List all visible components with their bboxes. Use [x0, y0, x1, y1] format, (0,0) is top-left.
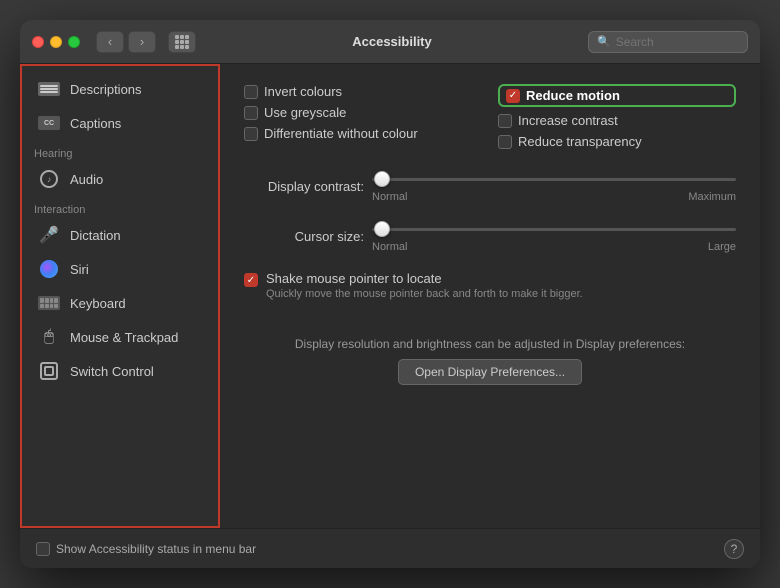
reduce-motion-option[interactable]: ✓ Reduce motion: [498, 84, 736, 107]
differentiate-colour-option[interactable]: Differentiate without colour: [244, 126, 482, 141]
reduce-motion-checkbox[interactable]: ✓: [506, 89, 520, 103]
back-button[interactable]: ‹: [96, 31, 124, 53]
display-prefs-section: Display resolution and brightness can be…: [244, 326, 736, 385]
use-greyscale-checkbox[interactable]: [244, 106, 258, 120]
minimize-button[interactable]: [50, 36, 62, 48]
captions-icon: CC: [38, 112, 60, 134]
sidebar-item-audio[interactable]: ♪ Audio: [26, 163, 213, 195]
display-contrast-labels: Normal Maximum: [372, 191, 736, 203]
sidebar-item-label: Descriptions: [70, 82, 142, 97]
main-content: Descriptions CC Captions Hearing ♪ Audio…: [20, 64, 760, 528]
display-contrast-slider-container: Normal Maximum: [372, 169, 736, 203]
nav-buttons: ‹ ›: [96, 31, 156, 53]
sidebar-item-label: Mouse & Trackpad: [70, 330, 178, 345]
right-panel: Invert colours Use greyscale Differentia…: [220, 64, 760, 528]
cursor-size-max: Large: [708, 241, 736, 253]
display-message: Display resolution and brightness can be…: [244, 336, 736, 353]
search-icon: 🔍: [597, 35, 611, 48]
cursor-size-min: Normal: [372, 241, 407, 253]
traffic-lights: [32, 36, 80, 48]
hearing-section-label: Hearing: [20, 140, 219, 162]
sidebar-item-siri[interactable]: Siri: [26, 253, 213, 285]
differentiate-colour-label: Differentiate without colour: [264, 126, 418, 141]
sidebar-item-label: Switch Control: [70, 364, 154, 379]
show-status-row[interactable]: Show Accessibility status in menu bar: [36, 542, 256, 556]
increase-contrast-checkbox[interactable]: [498, 114, 512, 128]
maximize-button[interactable]: [68, 36, 80, 48]
help-button[interactable]: ?: [724, 539, 744, 559]
invert-colours-checkbox[interactable]: [244, 85, 258, 99]
sidebar-item-descriptions[interactable]: Descriptions: [26, 73, 213, 105]
mouse-icon: 🖱: [38, 326, 60, 348]
cursor-size-slider-container: Normal Large: [372, 219, 736, 253]
increase-contrast-label: Increase contrast: [518, 113, 618, 128]
sidebar-item-label: Siri: [70, 262, 89, 277]
show-status-checkbox[interactable]: [36, 542, 50, 556]
sidebar: Descriptions CC Captions Hearing ♪ Audio…: [20, 64, 220, 528]
cursor-size-thumb[interactable]: [374, 221, 390, 237]
slider-line: [372, 228, 736, 231]
cursor-size-track[interactable]: [372, 219, 736, 239]
sidebar-item-label: Dictation: [70, 228, 121, 243]
sidebar-item-keyboard[interactable]: Keyboard: [26, 287, 213, 319]
sidebar-item-label: Keyboard: [70, 296, 126, 311]
col1-options: Invert colours Use greyscale Differentia…: [244, 84, 482, 149]
slider-line: [372, 178, 736, 181]
cursor-size-labels: Normal Large: [372, 241, 736, 253]
sidebar-item-captions[interactable]: CC Captions: [26, 107, 213, 139]
display-contrast-max: Maximum: [688, 191, 736, 203]
display-contrast-section: Display contrast: Normal Maximum: [244, 169, 736, 203]
bottom-bar: Show Accessibility status in menu bar ?: [20, 528, 760, 568]
sidebar-item-label: Audio: [70, 172, 103, 187]
shake-description: Quickly move the mouse pointer back and …: [266, 288, 583, 300]
sidebar-item-label: Captions: [70, 116, 121, 131]
increase-contrast-option[interactable]: Increase contrast: [498, 113, 736, 128]
use-greyscale-label: Use greyscale: [264, 105, 346, 120]
shake-text: Shake mouse pointer to locate Quickly mo…: [266, 271, 583, 300]
interaction-section-label: Interaction: [20, 196, 219, 218]
siri-icon: [38, 258, 60, 280]
cursor-size-section: Cursor size: Normal Large: [244, 219, 736, 253]
options-grid: Invert colours Use greyscale Differentia…: [244, 84, 736, 149]
grid-icon: [175, 35, 189, 49]
display-contrast-track[interactable]: [372, 169, 736, 189]
col2-options: ✓ Reduce motion Increase contrast Reduce…: [498, 84, 736, 149]
dictation-icon: 🎤: [38, 224, 60, 246]
reduce-transparency-option[interactable]: Reduce transparency: [498, 134, 736, 149]
sidebar-item-mouse-trackpad[interactable]: 🖱 Mouse & Trackpad: [26, 321, 213, 353]
display-contrast-label: Display contrast:: [244, 179, 364, 194]
forward-button[interactable]: ›: [128, 31, 156, 53]
shake-checkbox[interactable]: ✓: [244, 273, 258, 287]
search-box[interactable]: 🔍: [588, 31, 748, 53]
invert-colours-option[interactable]: Invert colours: [244, 84, 482, 99]
keyboard-icon: [38, 292, 60, 314]
cursor-size-row: Cursor size: Normal Large: [244, 219, 736, 253]
invert-colours-label: Invert colours: [264, 84, 342, 99]
main-window: ‹ › Accessibility 🔍 De: [20, 20, 760, 568]
close-button[interactable]: [32, 36, 44, 48]
switch-icon: [38, 360, 60, 382]
reduce-transparency-label: Reduce transparency: [518, 134, 642, 149]
descriptions-icon: [38, 78, 60, 100]
grid-button[interactable]: [168, 31, 196, 53]
shake-option: ✓ Shake mouse pointer to locate Quickly …: [244, 271, 736, 300]
display-contrast-thumb[interactable]: [374, 171, 390, 187]
audio-icon: ♪: [38, 168, 60, 190]
titlebar: ‹ › Accessibility 🔍: [20, 20, 760, 64]
display-contrast-row: Display contrast: Normal Maximum: [244, 169, 736, 203]
reduce-motion-label: Reduce motion: [526, 88, 620, 103]
reduce-transparency-checkbox[interactable]: [498, 135, 512, 149]
display-contrast-min: Normal: [372, 191, 407, 203]
show-status-label: Show Accessibility status in menu bar: [56, 542, 256, 556]
sidebar-item-dictation[interactable]: 🎤 Dictation: [26, 219, 213, 251]
shake-title: Shake mouse pointer to locate: [266, 271, 583, 286]
search-input[interactable]: [616, 35, 739, 49]
open-display-preferences-button[interactable]: Open Display Preferences...: [398, 359, 582, 385]
sidebar-item-switch-control[interactable]: Switch Control: [26, 355, 213, 387]
window-title: Accessibility: [204, 34, 580, 49]
cursor-size-label: Cursor size:: [244, 229, 364, 244]
differentiate-colour-checkbox[interactable]: [244, 127, 258, 141]
use-greyscale-option[interactable]: Use greyscale: [244, 105, 482, 120]
